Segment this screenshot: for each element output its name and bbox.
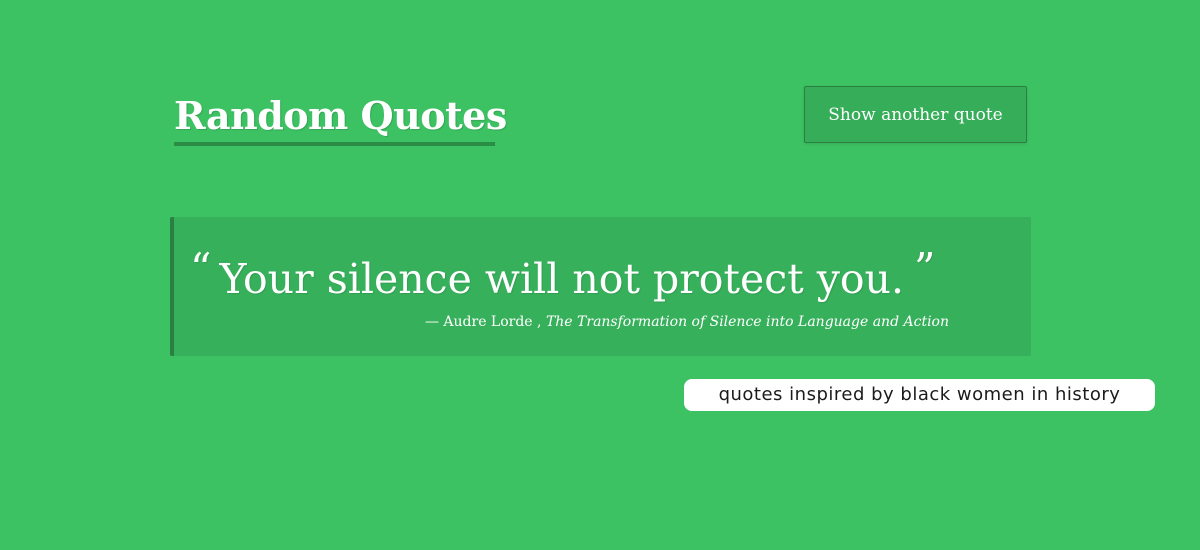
attribution-separator: ,: [537, 314, 542, 330]
quote-text-block: “Your silence will not protect you.”: [190, 239, 1030, 309]
quote-author: Audre Lorde: [443, 314, 533, 330]
title-underline: [174, 142, 495, 146]
page-title: Random Quotes: [174, 93, 507, 138]
quote-attribution: — Audre Lorde , The Transformation of Si…: [425, 312, 949, 332]
close-quote-icon: ”: [914, 244, 936, 293]
show-another-quote-button[interactable]: Show another quote: [804, 86, 1027, 143]
quote-text: Your silence will not protect you.: [219, 255, 904, 303]
attribution-dash: —: [424, 314, 439, 330]
quote-source: The Transformation of Silence into Langu…: [545, 314, 949, 330]
tagline-badge: quotes inspired by black women in histor…: [684, 379, 1155, 411]
open-quote-icon: “: [190, 244, 212, 293]
quote-card: “Your silence will not protect you.” — A…: [170, 217, 1031, 356]
